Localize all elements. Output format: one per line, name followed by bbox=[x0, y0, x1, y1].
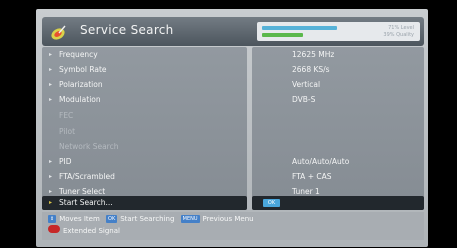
header-bar: Service Search 71% Level 39% Quality bbox=[42, 17, 424, 46]
help-ok-text: Start Searching bbox=[120, 215, 175, 223]
value-pid[interactable]: Auto/Auto/Auto bbox=[292, 155, 349, 169]
arrow-icon: ▸ bbox=[49, 173, 53, 180]
arrow-icon: ▸ bbox=[49, 158, 53, 165]
satellite-dish-icon bbox=[51, 25, 66, 40]
setting-row-frequency[interactable]: ▸ Frequency bbox=[42, 48, 247, 62]
setting-row-pilot: Pilot bbox=[59, 127, 76, 136]
setting-row-fta-scrambled[interactable]: ▸ FTA/Scrambled bbox=[42, 170, 247, 184]
settings-label-panel: ▸ Frequency ▸ Symbol Rate ▸ Polarization ▸ M… bbox=[42, 47, 247, 210]
page-title: Service Search bbox=[80, 23, 174, 37]
red-key-icon bbox=[48, 225, 60, 233]
setting-row-modulation[interactable]: ▸ Modulation bbox=[42, 93, 247, 107]
signal-quality-text: 39% Quality bbox=[383, 32, 414, 38]
arrow-icon: ▸ bbox=[49, 66, 53, 73]
value-fta-scrambled[interactable]: FTA + CAS bbox=[292, 170, 332, 184]
value-symbol-rate[interactable]: 2668 KS/s bbox=[292, 63, 330, 77]
signal-level-text: 71% Level bbox=[388, 25, 414, 31]
start-search-label: Start Search... bbox=[59, 198, 113, 207]
setting-row-network-search: Network Search bbox=[59, 142, 119, 151]
value-polarization[interactable]: Vertical bbox=[292, 78, 320, 92]
ok-key-icon: OK bbox=[106, 215, 118, 223]
value-frequency[interactable]: 12625 MHz bbox=[292, 48, 334, 62]
help-bar: ⇕ Moves Item OK Start Searching MENU Previo… bbox=[42, 212, 424, 240]
start-search-button[interactable]: ▸ Start Search... bbox=[42, 196, 247, 210]
setting-row-polarization[interactable]: ▸ Polarization bbox=[42, 78, 247, 92]
start-search-value[interactable]: OK bbox=[252, 196, 424, 210]
arrow-icon: ▸ bbox=[49, 199, 53, 206]
arrow-icon: ▸ bbox=[49, 96, 53, 103]
updown-key-icon: ⇕ bbox=[48, 215, 57, 223]
help-line-extended: Extended Signal bbox=[48, 225, 120, 236]
help-move-text: Moves Item bbox=[59, 215, 100, 223]
menu-key-icon: MENU bbox=[180, 215, 200, 223]
signal-quality-bar bbox=[262, 33, 303, 37]
setting-row-pid[interactable]: ▸ PID bbox=[42, 155, 247, 169]
help-extended-text: Extended Signal bbox=[63, 227, 120, 235]
signal-meter: 71% Level 39% Quality bbox=[257, 22, 420, 41]
ok-button[interactable]: OK bbox=[263, 199, 280, 207]
setting-row-symbol-rate[interactable]: ▸ Symbol Rate bbox=[42, 63, 247, 77]
settings-value-panel: 12625 MHz 2668 KS/s Vertical DVB-S Auto/… bbox=[252, 47, 424, 210]
help-line-navigation: ⇕ Moves Item OK Start Searching MENU Previo… bbox=[48, 214, 254, 225]
arrow-icon: ▸ bbox=[49, 51, 53, 58]
value-modulation[interactable]: DVB-S bbox=[292, 93, 315, 107]
help-menu-text: Previous Menu bbox=[202, 215, 254, 223]
setting-row-fec: FEC bbox=[59, 111, 74, 120]
arrow-icon: ▸ bbox=[49, 81, 53, 88]
signal-level-bar bbox=[262, 26, 337, 30]
